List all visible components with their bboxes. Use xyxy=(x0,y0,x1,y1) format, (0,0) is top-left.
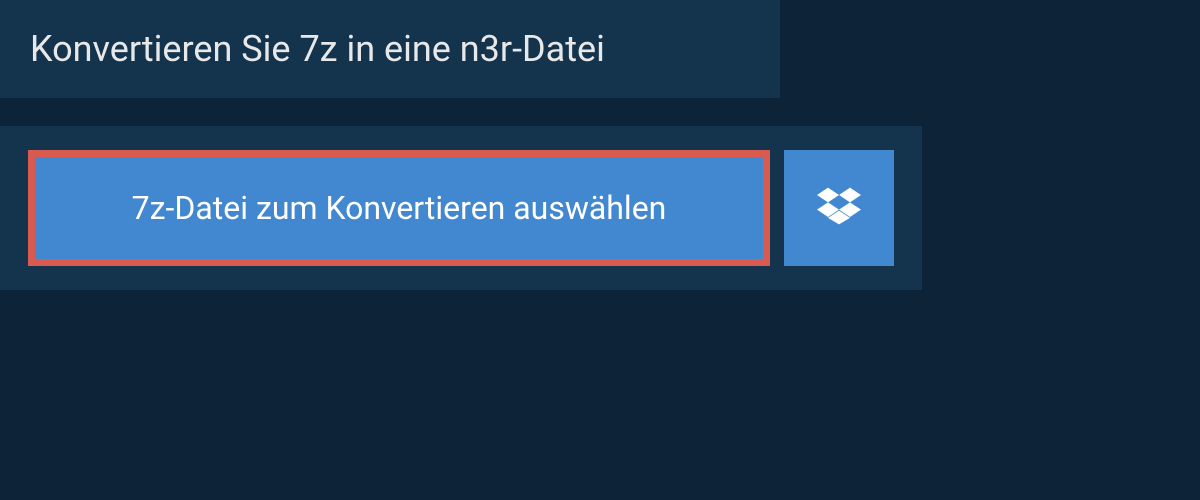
upload-panel: 7z-Datei zum Konvertieren auswählen xyxy=(0,126,922,290)
page-title: Konvertieren Sie 7z in eine n3r-Datei xyxy=(30,28,750,70)
dropbox-button[interactable] xyxy=(784,150,894,266)
file-select-label: 7z-Datei zum Konvertieren auswählen xyxy=(132,189,667,227)
dropbox-icon xyxy=(817,184,861,232)
file-select-button[interactable]: 7z-Datei zum Konvertieren auswählen xyxy=(28,150,770,266)
header-bar: Konvertieren Sie 7z in eine n3r-Datei xyxy=(0,0,780,98)
